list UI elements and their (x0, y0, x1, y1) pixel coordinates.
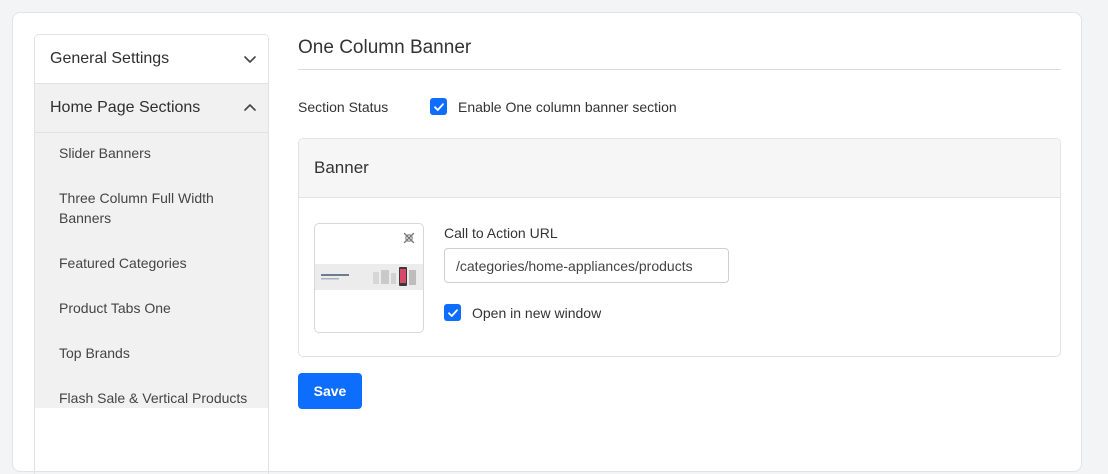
new-window-row: Open in new window (444, 304, 729, 321)
accordion-label: Home Page Sections (50, 99, 201, 116)
chevron-up-icon (244, 104, 256, 111)
accordion-label: General Settings (50, 50, 170, 67)
banner-panel: Banner Call to Action URL /categories/ho… (298, 138, 1061, 357)
cta-field-group: Call to Action URL Open in new window (444, 225, 729, 321)
accordion-general-settings[interactable]: General Settings (35, 35, 268, 84)
sidebar-item-slider-banners[interactable]: Slider Banners (35, 143, 268, 163)
sidebar-item-top-brands[interactable]: Top Brands (35, 343, 268, 363)
check-icon (433, 102, 444, 111)
section-status-row: Section Status Enable One column banner … (298, 98, 677, 115)
page-title: One Column Banner (298, 37, 472, 58)
home-page-sections-list: Slider Banners Three Column Full Width B… (35, 133, 268, 408)
settings-card: General Settings Home Page Sections Slid… (12, 12, 1082, 474)
sidebar-item-featured-categories[interactable]: Featured Categories (35, 253, 268, 273)
sidebar-item-product-tabs-one[interactable]: Product Tabs One (35, 298, 268, 318)
banner-heading: Banner (299, 139, 1060, 198)
save-button[interactable]: Save (298, 373, 362, 409)
enable-section-checkbox[interactable] (430, 98, 447, 115)
check-icon (447, 308, 458, 317)
settings-sidebar: General Settings Home Page Sections Slid… (34, 34, 269, 474)
title-divider (298, 69, 1061, 70)
banner-image-preview (315, 264, 423, 290)
sidebar-item-three-column-banners[interactable]: Three Column Full Width Banners (35, 188, 268, 228)
section-status-label: Section Status (298, 98, 389, 115)
chevron-down-icon (244, 56, 256, 63)
cta-url-label: Call to Action URL (444, 225, 558, 241)
open-new-window-label[interactable]: Open in new window (472, 305, 601, 321)
open-new-window-checkbox[interactable] (444, 304, 461, 321)
accordion-home-page-sections[interactable]: Home Page Sections (35, 84, 268, 133)
remove-image-icon[interactable] (401, 230, 417, 246)
enable-section-label[interactable]: Enable One column banner section (458, 99, 677, 115)
banner-image-thumbnail[interactable] (314, 223, 424, 333)
banner-preview-graphic (315, 264, 423, 290)
cta-url-input[interactable] (444, 248, 729, 283)
sidebar-item-flash-sale[interactable]: Flash Sale & Vertical Products (35, 388, 268, 408)
